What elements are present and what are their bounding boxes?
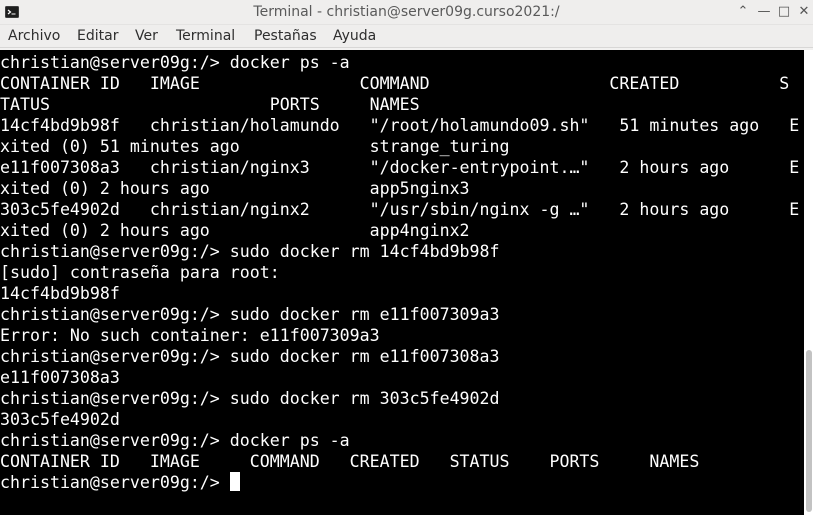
terminal-line: TATUS PORTS NAMES: [0, 95, 420, 114]
terminal-line: 303c5fe4902d: [0, 410, 120, 429]
terminal-line: 303c5fe4902d christian/nginx2 "/usr/sbin…: [0, 200, 800, 219]
terminal-line: 14cf4bd9b98f: [0, 284, 120, 303]
terminal-line: xited (0) 2 hours ago app4nginx2: [0, 221, 470, 240]
terminal-window: Terminal - christian@server09g.curso2021…: [0, 0, 813, 515]
terminal-line: [sudo] contraseña para root:: [0, 263, 280, 282]
terminal-line: CONTAINER ID IMAGE COMMAND CREATED S: [0, 74, 790, 93]
terminal-line: christian@server09g:/> sudo docker rm 14…: [0, 242, 500, 261]
terminal-prompt-line: christian@server09g:/>: [0, 473, 230, 492]
terminal-line: xited (0) 2 hours ago app5nginx3: [0, 179, 470, 198]
terminal-line: christian@server09g:/> sudo docker rm e1…: [0, 305, 500, 324]
terminal-line: e11f007308a3 christian/nginx3 "/docker-e…: [0, 158, 800, 177]
scrollbar-thumb[interactable]: [806, 350, 812, 512]
menu-pestanas[interactable]: Pestañas: [254, 27, 317, 45]
terminal-line: christian@server09g:/> docker ps -a: [0, 53, 350, 72]
terminal-line: christian@server09g:/> sudo docker rm 30…: [0, 389, 500, 408]
terminal-line: christian@server09g:/> sudo docker rm e1…: [0, 347, 500, 366]
terminal-line: xited (0) 51 minutes ago strange_turing: [0, 137, 510, 156]
menu-archivo[interactable]: Archivo: [8, 27, 60, 45]
window-title: Terminal - christian@server09g.curso2021…: [253, 4, 560, 20]
maximize-button[interactable]: □: [773, 2, 795, 22]
minimize-button[interactable]: —: [753, 2, 775, 22]
terminal-line: CONTAINER ID IMAGE COMMAND CREATED STATU…: [0, 452, 700, 471]
terminal-output[interactable]: christian@server09g:/> docker ps -a CONT…: [0, 50, 804, 515]
terminal-line: Error: No such container: e11f007309a3: [0, 326, 380, 345]
terminal-line: christian@server09g:/> docker ps -a: [0, 431, 350, 450]
terminal-line: e11f007308a3: [0, 368, 120, 387]
menu-bar: Archivo Editar Ver Terminal Pestañas Ayu…: [0, 25, 813, 48]
title-bar[interactable]: Terminal - christian@server09g.curso2021…: [0, 0, 813, 25]
menu-terminal[interactable]: Terminal: [176, 27, 235, 45]
close-button[interactable]: ✕: [793, 2, 813, 22]
menu-ver[interactable]: Ver: [135, 27, 158, 45]
terminal-scrollbar[interactable]: [804, 50, 813, 515]
terminal-line: 14cf4bd9b98f christian/holamundo "/root/…: [0, 116, 800, 135]
menu-editar[interactable]: Editar: [77, 27, 118, 45]
terminal-cursor: [230, 472, 240, 491]
sticky-button[interactable]: ⌃: [732, 2, 754, 22]
menu-ayuda[interactable]: Ayuda: [333, 27, 376, 45]
